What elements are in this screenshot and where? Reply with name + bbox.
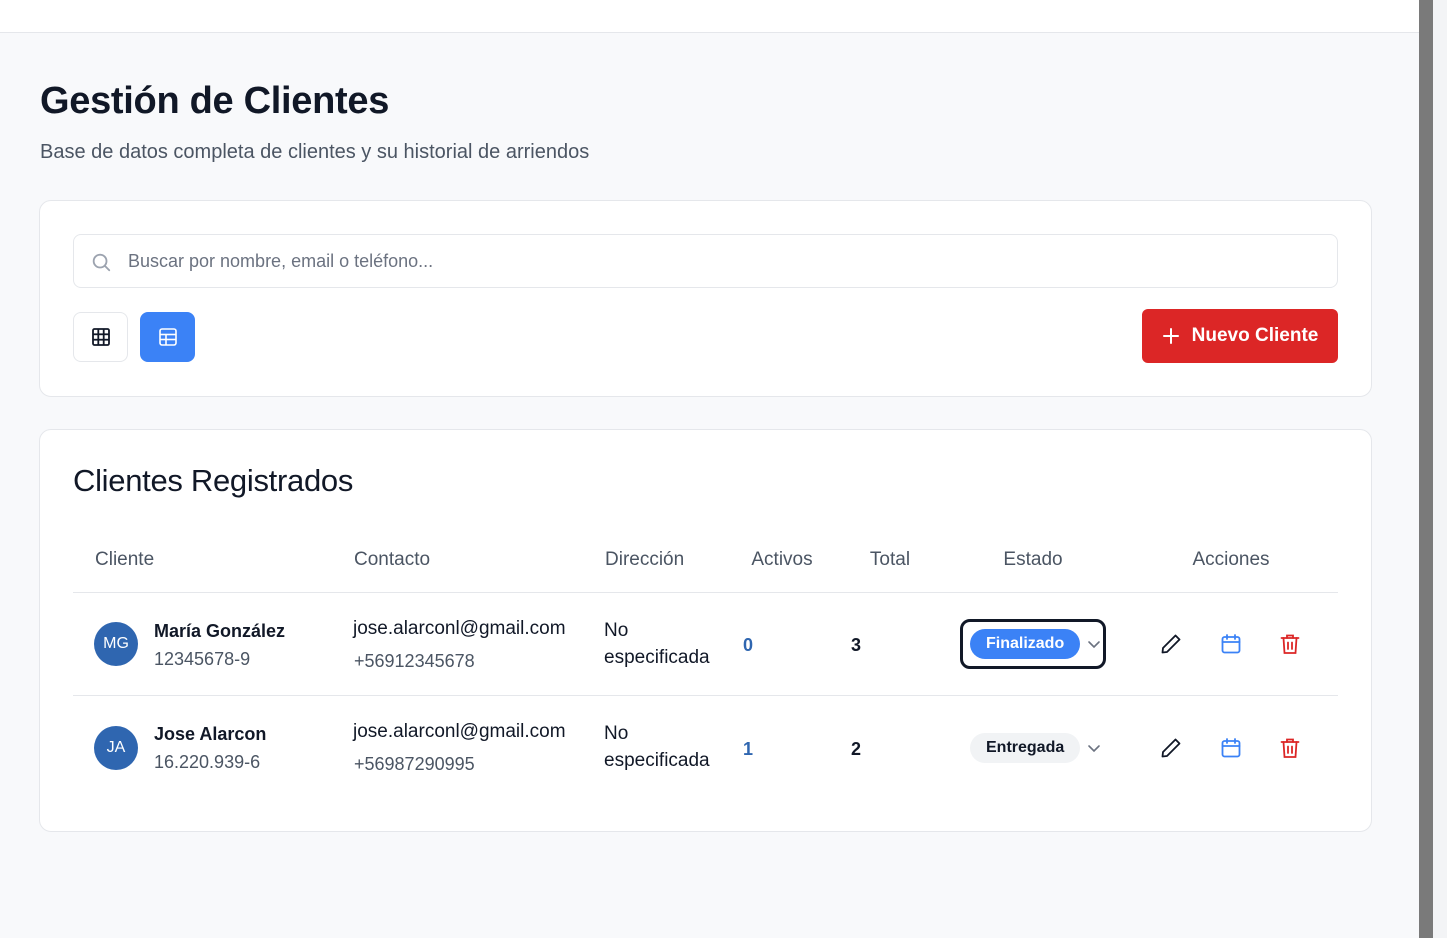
search-input[interactable] (128, 235, 1308, 287)
table-row[interactable]: JA Jose Alarcon 16.220.939-6 jose.alarco… (73, 696, 1338, 799)
chevron-down-icon (1088, 745, 1101, 753)
client-id: 16.220.939-6 (154, 752, 261, 772)
new-client-button[interactable]: Nuevo Cliente (1142, 309, 1338, 363)
plus-icon (1162, 328, 1179, 344)
client-address: No especificada (604, 617, 710, 671)
total-count: 2 (850, 739, 862, 759)
top-bar (0, 0, 1419, 33)
client-phone: +56912345678 (354, 651, 475, 671)
column-header-activos[interactable]: Activos (751, 549, 812, 571)
status-badge: Entregada (970, 733, 1081, 763)
scrollbar-thumb[interactable] (1419, 0, 1433, 938)
calendar-icon[interactable] (1219, 736, 1243, 760)
active-count: 0 (742, 635, 754, 655)
page-title: Gestión de Clientes (40, 80, 390, 122)
client-id: 12345678-9 (154, 649, 251, 669)
avatar: MG (94, 622, 138, 666)
client-phone: +56987290995 (354, 754, 475, 774)
column-header-direccion[interactable]: Dirección (605, 549, 684, 571)
avatar: JA (94, 726, 138, 770)
client-name: Jose Alarcon (154, 724, 267, 744)
column-header-acciones: Acciones (1192, 549, 1270, 570)
trash-icon[interactable] (1278, 736, 1302, 760)
total-count: 3 (850, 635, 862, 655)
chevron-down-icon (1088, 641, 1101, 649)
client-email: jose.alarconl@gmail.com (353, 721, 566, 742)
clients-table-card: Clientes Registrados Cliente Contacto Di… (39, 429, 1372, 832)
table-title: Clientes Registrados (73, 463, 354, 498)
edit-pencil-icon[interactable] (1159, 632, 1183, 656)
column-header-total[interactable]: Total (870, 549, 910, 571)
scrollbar[interactable] (1419, 0, 1447, 938)
new-client-label: Nuevo Cliente (1191, 325, 1319, 346)
search-card: Nuevo Cliente (39, 200, 1372, 397)
column-header-cliente[interactable]: Cliente (95, 549, 154, 571)
grid-view-button[interactable] (73, 312, 128, 362)
table-view-button[interactable] (140, 312, 195, 362)
status-badge: Finalizado (970, 629, 1081, 659)
search-box[interactable] (73, 234, 1338, 288)
active-count: 1 (742, 739, 754, 759)
column-header-estado[interactable]: Estado (1003, 549, 1062, 571)
search-icon (92, 253, 111, 272)
status-select[interactable]: Finalizado (960, 619, 1106, 669)
table-icon (158, 328, 177, 346)
trash-icon[interactable] (1278, 632, 1302, 656)
grid-icon (91, 328, 110, 346)
edit-pencil-icon[interactable] (1159, 736, 1183, 760)
client-name: María González (154, 621, 286, 641)
client-email: jose.alarconl@gmail.com (353, 618, 566, 639)
column-header-contacto[interactable]: Contacto (354, 549, 430, 571)
address-line: No (604, 723, 629, 744)
table-row[interactable]: MG María González 12345678-9 jose.alarco… (73, 593, 1338, 696)
address-line: especificada (604, 647, 710, 668)
calendar-icon[interactable] (1219, 632, 1243, 656)
status-select[interactable]: Entregada (960, 723, 1106, 773)
address-line: especificada (604, 750, 710, 771)
page-subtitle: Base de datos completa de clientes y su … (40, 141, 590, 163)
address-line: No (604, 620, 629, 641)
client-address: No especificada (604, 720, 710, 774)
